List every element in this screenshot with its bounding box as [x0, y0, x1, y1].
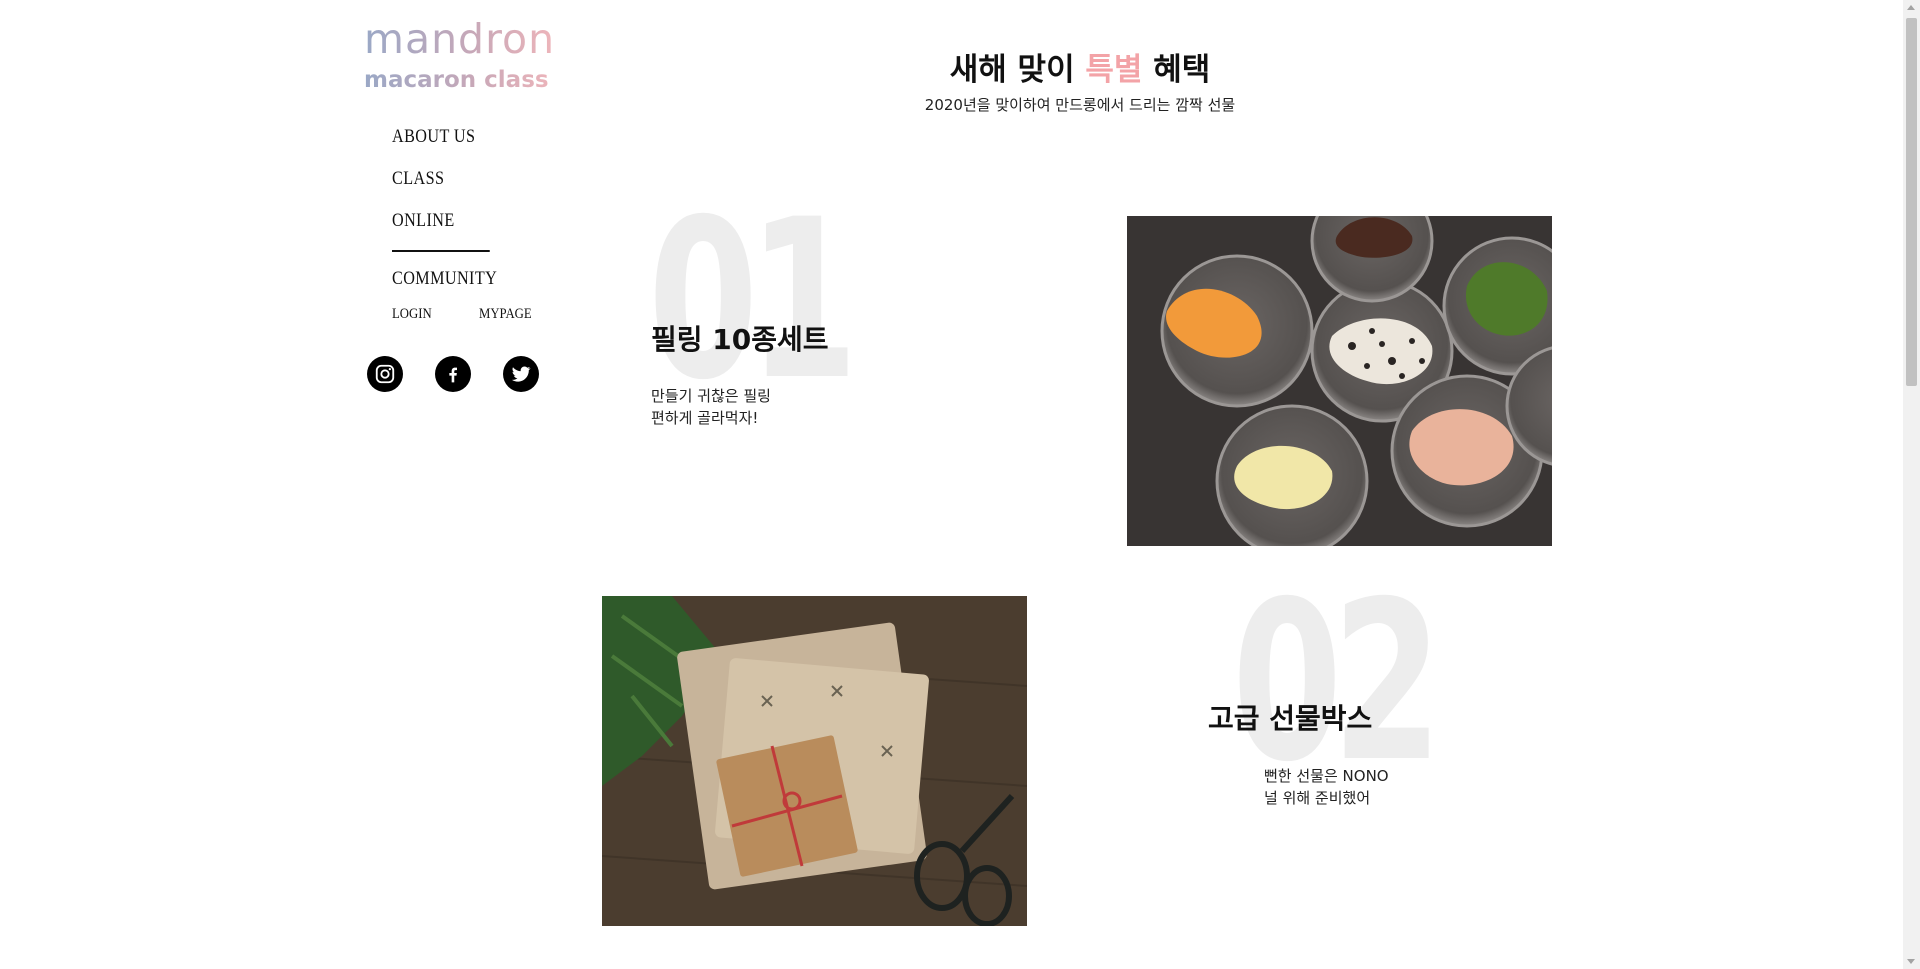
- title-text: 새해 맞이: [949, 52, 1086, 88]
- logo-tagline: macaron class: [364, 66, 564, 94]
- item-title: 고급 선물박스: [1208, 702, 1373, 735]
- mypage-link[interactable]: MYPAGE: [479, 306, 532, 323]
- scroll-thumb[interactable]: [1906, 18, 1917, 386]
- description-line: 뻔한 선물은 NONO: [1264, 767, 1389, 785]
- item-title: 필링 10종세트: [651, 323, 829, 356]
- promo-header: 새해 맞이 특별 혜택 2020년을 맞이하여 만드롱에서 드리는 깜짝 선물: [880, 50, 1280, 115]
- nav-item-class[interactable]: CLASS: [392, 168, 518, 190]
- account-links: LOGIN MYPAGE: [392, 306, 541, 323]
- item-number: 01: [648, 172, 858, 428]
- item-number: 02: [1232, 554, 1442, 810]
- logo-wordmark: mandron: [364, 14, 564, 64]
- title-accent: 특별: [1085, 52, 1143, 88]
- social-links: [367, 356, 539, 392]
- login-link[interactable]: LOGIN: [392, 306, 432, 323]
- item-description: 뻔한 선물은 NONO 널 위해 준비했어: [1264, 765, 1389, 809]
- scroll-down-icon[interactable]: [1907, 959, 1915, 964]
- description-line: 편하게 골라먹자!: [651, 409, 759, 427]
- page-scrollbar[interactable]: [1903, 0, 1920, 969]
- gift-box-photo: [602, 596, 1027, 926]
- page-subtitle: 2020년을 맞이하여 만드롱에서 드리는 깜짝 선물: [924, 96, 1236, 114]
- item-description: 만들기 귀찮은 필링 편하게 골라먹자!: [651, 385, 771, 429]
- nav-item-online[interactable]: ONLINE: [392, 210, 490, 252]
- nav-item-about-us[interactable]: ABOUT US: [392, 126, 518, 148]
- logo[interactable]: mandron macaron class: [364, 14, 564, 94]
- instagram-icon[interactable]: [367, 356, 403, 392]
- description-line: 만들기 귀찮은 필링: [651, 387, 771, 405]
- description-line: 널 위해 준비했어: [1264, 789, 1371, 807]
- filling-set-photo: [1127, 216, 1552, 546]
- nav-item-community[interactable]: COMMUNITY: [392, 268, 518, 290]
- twitter-icon[interactable]: [503, 356, 539, 392]
- title-text-end: 혜택: [1142, 52, 1211, 88]
- scroll-up-icon[interactable]: [1907, 5, 1915, 10]
- facebook-icon[interactable]: [435, 356, 471, 392]
- main-nav: ABOUT US CLASS ONLINE COMMUNITY LOGIN MY…: [392, 126, 541, 323]
- page-title: 새해 맞이 특별 혜택: [880, 50, 1280, 90]
